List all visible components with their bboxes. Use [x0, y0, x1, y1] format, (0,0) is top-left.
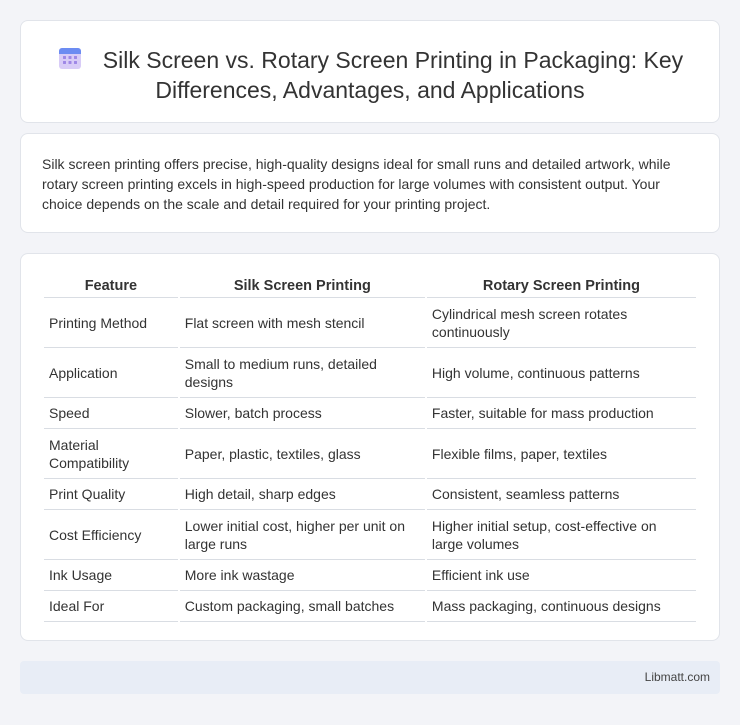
silk-cell: Small to medium runs, detailed designs — [179, 348, 425, 398]
silk-cell: Slower, batch process — [179, 398, 425, 429]
rotary-cell: Higher initial setup, cost-effective on … — [426, 510, 696, 560]
intro-card: Silk screen printing offers precise, hig… — [20, 133, 720, 233]
rotary-cell: Mass packaging, continuous designs — [426, 591, 696, 622]
table-row: Ink Usage More ink wastage Efficient ink… — [44, 560, 696, 591]
title-card: Silk Screen vs. Rotary Screen Printing i… — [20, 20, 720, 123]
silk-cell: High detail, sharp edges — [179, 479, 425, 510]
intro-text: Silk screen printing offers precise, hig… — [42, 156, 671, 212]
rotary-cell: Flexible films, paper, textiles — [426, 429, 696, 479]
calendar-grid-icon — [57, 45, 83, 71]
silk-cell: Flat screen with mesh stencil — [179, 298, 425, 348]
feature-cell: Cost Efficiency — [44, 510, 178, 560]
feature-cell: Printing Method — [44, 298, 178, 348]
table-row: Speed Slower, batch process Faster, suit… — [44, 398, 696, 429]
rotary-cell: Consistent, seamless patterns — [426, 479, 696, 510]
rotary-cell: Efficient ink use — [426, 560, 696, 591]
silk-cell: Custom packaging, small batches — [179, 591, 425, 622]
table-row: Cost Efficiency Lower initial cost, high… — [44, 510, 696, 560]
silk-cell: More ink wastage — [179, 560, 425, 591]
table-card: Feature Silk Screen Printing Rotary Scre… — [20, 253, 720, 641]
header-rotary-screen: Rotary Screen Printing — [426, 272, 696, 298]
feature-cell: Ink Usage — [44, 560, 178, 591]
feature-cell: Material Compatibility — [44, 429, 178, 479]
table-row: Material Compatibility Paper, plastic, t… — [44, 429, 696, 479]
silk-cell: Lower initial cost, higher per unit on l… — [179, 510, 425, 560]
footer: Libmatt.com — [20, 661, 720, 694]
feature-cell: Ideal For — [44, 591, 178, 622]
rotary-cell: Faster, suitable for mass production — [426, 398, 696, 429]
table-header-row: Feature Silk Screen Printing Rotary Scre… — [44, 272, 696, 298]
feature-cell: Print Quality — [44, 479, 178, 510]
title-line-1: Silk Screen vs. Rotary Screen Printing i… — [102, 47, 684, 73]
table-row: Application Small to medium runs, detail… — [44, 348, 696, 398]
header-silk-screen: Silk Screen Printing — [179, 272, 425, 298]
table-row: Ideal For Custom packaging, small batche… — [44, 591, 696, 622]
footer-brand-link[interactable]: Libmatt.com — [645, 670, 710, 684]
table-row: Printing Method Flat screen with mesh st… — [44, 298, 696, 348]
page-title: Silk Screen vs. Rotary Screen Printing i… — [21, 45, 719, 105]
rotary-cell: Cylindrical mesh screen rotates continuo… — [426, 298, 696, 348]
feature-cell: Speed — [44, 398, 178, 429]
rotary-cell: High volume, continuous patterns — [426, 348, 696, 398]
silk-cell: Paper, plastic, textiles, glass — [179, 429, 425, 479]
feature-cell: Application — [44, 348, 178, 398]
header-feature: Feature — [44, 272, 178, 298]
table-row: Print Quality High detail, sharp edges C… — [44, 479, 696, 510]
title-line-2: Differences, Advantages, and Application… — [155, 77, 585, 103]
comparison-table: Feature Silk Screen Printing Rotary Scre… — [42, 272, 698, 622]
